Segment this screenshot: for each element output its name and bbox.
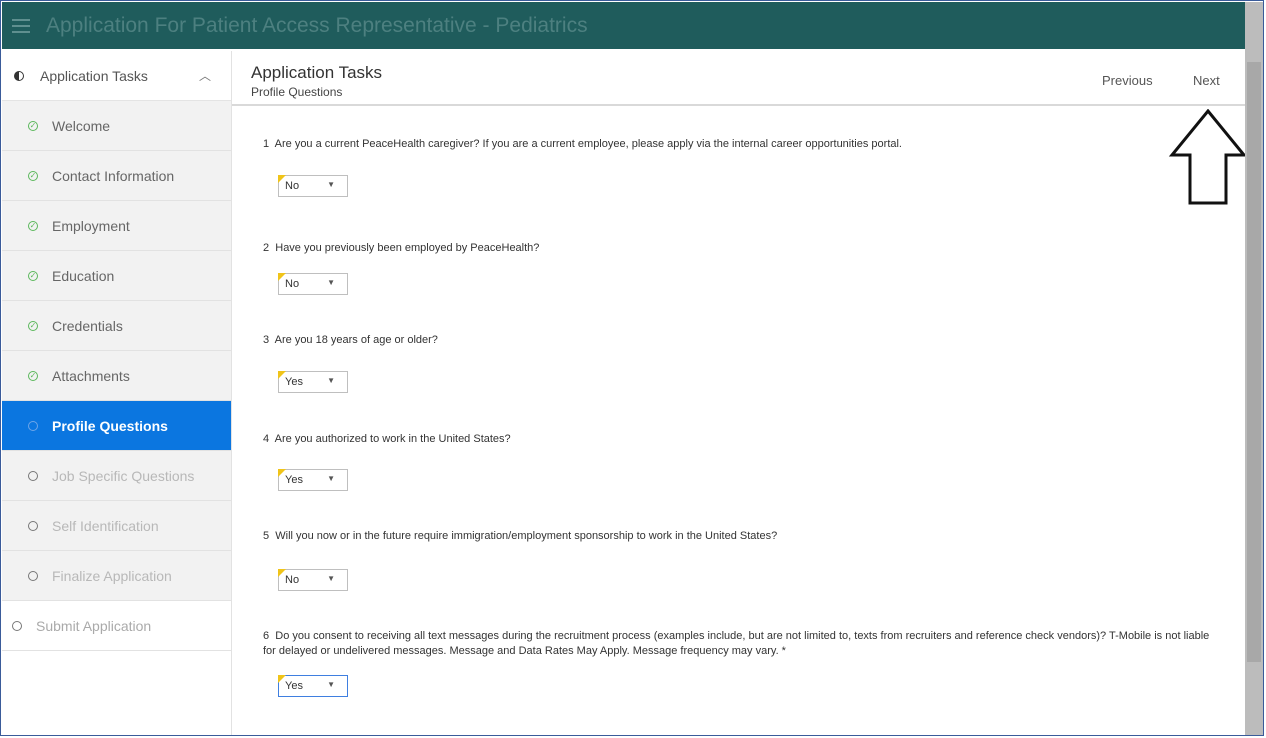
sidebar-item-label: Job Specific Questions [52,467,195,484]
check-circle-icon: ✓ [28,270,38,281]
answer-select-4[interactable]: Yes ▼ [278,469,348,491]
page-header: Application Tasks Profile Questions Prev… [232,51,1245,106]
next-button[interactable]: Next [1193,73,1220,88]
sidebar-item-job-specific-questions[interactable]: Job Specific Questions [2,451,231,501]
sidebar-item-self-identification[interactable]: Self Identification [2,501,231,551]
vertical-scrollbar[interactable] [1245,2,1263,735]
sidebar-item-credentials[interactable]: ✓ Credentials [2,301,231,351]
select-value: No [285,278,300,290]
application-title: Application For Patient Access Represent… [46,13,588,37]
previous-button[interactable]: Previous [1102,73,1153,88]
top-bar: Application For Patient Access Represent… [2,2,1256,49]
sidebar-item-submit-application[interactable]: Submit Application [2,601,231,651]
menu-icon[interactable] [12,18,30,33]
question-text: Have you previously been employed by Pea… [275,242,540,254]
question-number: 6 [263,630,270,642]
sidebar-item-education[interactable]: ✓ Education [2,251,231,301]
sidebar-item-label: Submit Application [36,617,152,634]
question-5: 5 Will you now or in the future require … [263,529,1223,544]
sidebar-item-label: Employment [52,217,130,234]
question-number: 1 [263,138,270,150]
caret-down-icon: ▼ [327,680,335,689]
sidebar-item-label: Welcome [52,117,111,134]
circle-icon [28,420,38,431]
sidebar-item-label: Profile Questions [52,417,168,434]
question-text: Are you a current PeaceHealth caregiver?… [274,138,902,150]
sidebar-item-label: Attachments [52,367,130,384]
question-text: Are you authorized to work in the United… [274,433,511,445]
sidebar-item-label: Contact Information [52,167,175,184]
answer-select-3[interactable]: Yes ▼ [278,371,348,393]
caret-down-icon: ▼ [327,376,335,385]
question-1: 1 Are you a current PeaceHealth caregive… [263,137,1223,152]
caret-down-icon: ▼ [327,180,335,189]
question-number: 3 [263,334,270,346]
sidebar-item-label: Education [52,267,115,284]
task-sidebar: Application Tasks ︿ ✓ Welcome ✓ Contact … [2,51,232,735]
progress-half-icon [14,70,24,81]
question-text: Do you consent to receiving all text mes… [263,630,1210,657]
caret-down-icon: ▼ [327,574,335,583]
check-circle-icon: ✓ [28,170,38,181]
sidebar-item-label: Finalize Application [52,567,172,584]
question-4: 4 Are you authorized to work in the Unit… [263,432,1223,447]
check-circle-icon: ✓ [28,120,38,131]
circle-icon [28,570,38,581]
sidebar-item-contact-information[interactable]: ✓ Contact Information [2,151,231,201]
sidebar-item-label: Self Identification [52,517,159,534]
answer-select-1[interactable]: No ▼ [278,175,348,197]
question-3: 3 Are you 18 years of age or older? [263,333,1223,348]
sidebar-header-label: Application Tasks [40,67,148,84]
scrollbar-thumb[interactable] [1247,62,1261,662]
page-title: Application Tasks [251,63,383,82]
question-text: Are you 18 years of age or older? [274,334,438,346]
up-arrow-icon [1168,109,1248,205]
select-value: Yes [285,680,303,692]
sidebar-item-employment[interactable]: ✓ Employment [2,201,231,251]
select-value: Yes [285,474,303,486]
sidebar-item-profile-questions[interactable]: Profile Questions [2,401,231,451]
caret-down-icon: ▼ [327,278,335,287]
check-circle-icon: ✓ [28,220,38,231]
select-value: No [285,574,300,586]
answer-select-5[interactable]: No ▼ [278,569,348,591]
circle-icon [12,620,22,631]
question-number: 4 [263,433,270,445]
sidebar-item-label: Credentials [52,317,123,334]
select-value: Yes [285,376,303,388]
check-circle-icon: ✓ [28,320,38,331]
chevron-up-icon[interactable]: ︿ [199,67,211,84]
application-window: Application For Patient Access Represent… [0,0,1264,736]
circle-icon [28,520,38,531]
select-value: No [285,180,300,192]
sidebar-item-finalize-application[interactable]: Finalize Application [2,551,231,601]
sidebar-header[interactable]: Application Tasks ︿ [2,51,231,101]
question-text: Will you now or in the future require im… [275,530,778,542]
sidebar-item-attachments[interactable]: ✓ Attachments [2,351,231,401]
circle-icon [28,470,38,481]
check-circle-icon: ✓ [28,370,38,381]
sidebar-item-welcome[interactable]: ✓ Welcome [2,101,231,151]
answer-select-2[interactable]: No ▼ [278,273,348,295]
page-subtitle: Profile Questions [251,85,343,99]
caret-down-icon: ▼ [327,474,335,483]
answer-select-6[interactable]: Yes ▼ [278,675,348,697]
question-number: 2 [263,242,270,254]
question-2: 2 Have you previously been employed by P… [263,241,1223,256]
question-number: 5 [263,530,270,542]
question-6: 6 Do you consent to receiving all text m… [263,629,1223,659]
